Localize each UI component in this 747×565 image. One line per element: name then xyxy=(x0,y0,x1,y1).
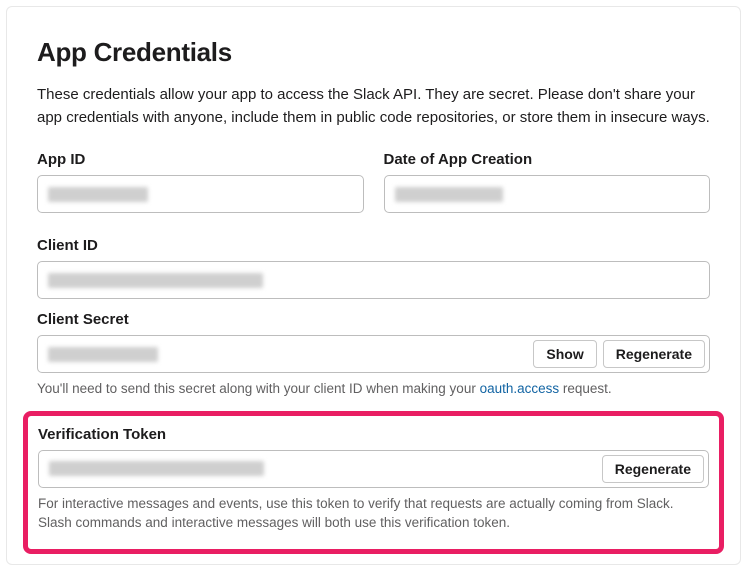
value-verification-token-redacted xyxy=(49,461,264,476)
field-verification-token: Verification Token Regenerate For intera… xyxy=(38,426,709,533)
app-credentials-card: App Credentials These credentials allow … xyxy=(6,6,741,565)
oauth-access-link[interactable]: oauth.access xyxy=(480,381,560,396)
label-date-created: Date of App Creation xyxy=(384,151,711,168)
input-client-id[interactable] xyxy=(37,261,710,299)
help-client-secret-suffix: request. xyxy=(559,381,612,396)
field-app-id: App ID xyxy=(37,151,364,213)
label-verification-token: Verification Token xyxy=(38,426,709,443)
label-client-id: Client ID xyxy=(37,237,710,254)
show-button[interactable]: Show xyxy=(533,340,596,368)
input-app-id[interactable] xyxy=(37,175,364,213)
value-app-id-redacted xyxy=(48,187,148,202)
page-title: App Credentials xyxy=(37,37,710,68)
row-app-id-date: App ID Date of App Creation xyxy=(37,151,710,225)
label-client-secret: Client Secret xyxy=(37,311,710,328)
help-client-secret-prefix: You'll need to send this secret along wi… xyxy=(37,381,480,396)
field-date-created: Date of App Creation xyxy=(384,151,711,213)
regenerate-verification-token-button[interactable]: Regenerate xyxy=(602,455,704,483)
help-verification-token: For interactive messages and events, use… xyxy=(38,494,709,533)
label-app-id: App ID xyxy=(37,151,364,168)
page-description: These credentials allow your app to acce… xyxy=(37,84,710,129)
verification-token-highlight: Verification Token Regenerate For intera… xyxy=(23,411,724,554)
help-client-secret: You'll need to send this secret along wi… xyxy=(37,379,710,399)
input-date-created[interactable] xyxy=(384,175,711,213)
value-date-created-redacted xyxy=(395,187,503,202)
value-client-secret-redacted xyxy=(48,347,158,362)
regenerate-client-secret-button[interactable]: Regenerate xyxy=(603,340,705,368)
field-client-id: Client ID xyxy=(37,237,710,299)
input-client-secret[interactable]: Show Regenerate xyxy=(37,335,710,373)
field-client-secret: Client Secret Show Regenerate You'll nee… xyxy=(37,311,710,399)
verification-token-buttons: Regenerate xyxy=(602,455,704,483)
client-secret-buttons: Show Regenerate xyxy=(533,340,705,368)
value-client-id-redacted xyxy=(48,273,263,288)
input-verification-token[interactable]: Regenerate xyxy=(38,450,709,488)
